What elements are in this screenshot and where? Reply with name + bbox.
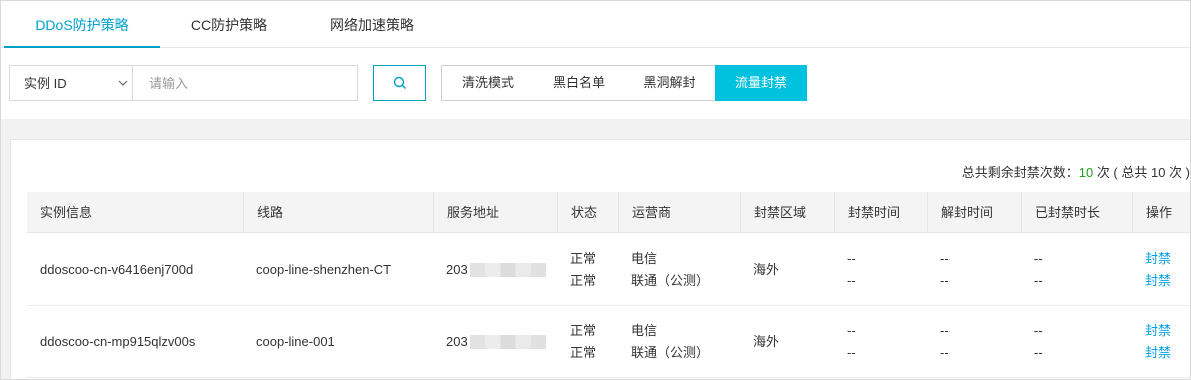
status-text: 正常	[570, 345, 597, 360]
unban-time-cell: -- --	[927, 306, 949, 378]
line-name: coop-line-001	[256, 334, 335, 349]
address-prefix: 203	[446, 262, 468, 277]
header-isp: 运营商	[618, 192, 740, 233]
header-line: 线路	[243, 192, 433, 233]
header-actions: 操作	[1132, 192, 1190, 233]
header-address: 服务地址	[433, 192, 557, 233]
header-ban-region: 封禁区域	[740, 192, 834, 233]
unban-time: --	[940, 273, 949, 288]
app-frame: DDoS防护策略 CC防护策略 网络加速策略 实例 ID 清洗模式 黑白名单 黑…	[0, 0, 1191, 380]
header-ban-duration: 已封禁时长	[1021, 192, 1132, 233]
header-instance: 实例信息	[40, 205, 93, 220]
isp-name: 联通（公测）	[631, 273, 710, 288]
isp-cell: 电信 联通（公测）	[618, 306, 709, 378]
status-text: 正常	[570, 251, 597, 266]
table-row: ddoscoo-cn-mp915qlzv00s coop-line-001 20…	[27, 306, 1190, 378]
policy-tabs: DDoS防护策略 CC防护策略 网络加速策略	[1, 1, 1190, 48]
unban-time: --	[940, 323, 949, 338]
unban-time-cell: -- --	[927, 234, 949, 306]
duration-cell: -- --	[1021, 234, 1043, 306]
actions-cell: 封禁 封禁	[1132, 234, 1171, 306]
ban-region: 海外	[753, 334, 780, 349]
isp-name: 电信	[631, 323, 658, 338]
header-ban-time: 封禁时间	[834, 192, 927, 233]
line-name: coop-line-shenzhen-CT	[256, 262, 392, 277]
status-cell: 正常 正常	[557, 234, 596, 306]
ban-link[interactable]: 封禁	[1145, 320, 1171, 342]
service-address: 203	[433, 306, 546, 378]
isp-cell: 电信 联通（公测）	[618, 234, 709, 306]
ban-duration: --	[1034, 345, 1043, 360]
tab-network-accel-policy[interactable]: 网络加速策略	[307, 1, 437, 47]
service-address: 203	[433, 234, 546, 306]
segment-scrub-mode[interactable]: 清洗模式	[441, 65, 535, 101]
isp-name: 联通（公测）	[631, 345, 710, 360]
header-status: 状态	[557, 192, 618, 233]
summary-label: 总共剩余封禁次数：	[961, 165, 1079, 180]
unban-time: --	[940, 251, 949, 266]
instance-id: ddoscoo-cn-mp915qlzv00s	[40, 334, 196, 349]
instance-id: ddoscoo-cn-v6416enj700d	[40, 262, 194, 277]
duration-cell: -- --	[1021, 306, 1043, 378]
header-unban-time: 解封时间	[927, 192, 1021, 233]
segment-traffic-ban[interactable]: 流量封禁	[715, 65, 807, 101]
table-row: ddoscoo-cn-v6416enj700d coop-line-shenzh…	[27, 234, 1190, 306]
address-prefix: 203	[446, 334, 468, 349]
masked-address	[469, 335, 546, 349]
ban-link[interactable]: 封禁	[1145, 342, 1171, 364]
segment-black-white-list[interactable]: 黑白名单	[534, 65, 625, 101]
status-text: 正常	[570, 273, 597, 288]
isp-name: 电信	[631, 251, 658, 266]
ban-duration: --	[1034, 323, 1043, 338]
segment-blackhole-unban[interactable]: 黑洞解封	[624, 65, 716, 101]
remaining-ban-summary: 总共剩余封禁次数：10 次 ( 总共 10 次 )	[962, 162, 1190, 181]
search-field-value: 实例 ID	[24, 76, 67, 91]
ban-region: 海外	[753, 262, 780, 277]
ban-duration: --	[1034, 273, 1043, 288]
summary-total: 次 ( 总共 10 次 )	[1093, 165, 1190, 180]
status-cell: 正常 正常	[557, 306, 596, 378]
search-button[interactable]	[373, 65, 426, 101]
ban-time: --	[847, 273, 856, 288]
unban-time: --	[940, 345, 949, 360]
ban-time: --	[847, 345, 856, 360]
status-text: 正常	[570, 323, 597, 338]
search-input[interactable]	[132, 65, 358, 101]
ban-link[interactable]: 封禁	[1145, 270, 1171, 292]
search-icon	[393, 76, 406, 89]
ban-duration: --	[1034, 251, 1043, 266]
tab-ddos-policy[interactable]: DDoS防护策略	[4, 1, 160, 48]
search-field-select[interactable]: 实例 ID	[9, 65, 133, 101]
ban-link[interactable]: 封禁	[1145, 248, 1171, 270]
chevron-down-icon	[118, 80, 128, 86]
ban-time-cell: -- --	[834, 234, 856, 306]
actions-cell: 封禁 封禁	[1132, 306, 1171, 378]
tab-cc-policy[interactable]: CC防护策略	[169, 1, 289, 47]
table-header: 实例信息 线路 服务地址 状态 运营商 封禁区域 封禁时间 解封时间 已封禁时长…	[27, 192, 1190, 233]
masked-address	[469, 263, 546, 277]
ban-time-cell: -- --	[834, 306, 856, 378]
ban-time: --	[847, 323, 856, 338]
ban-time: --	[847, 251, 856, 266]
remaining-count: 10	[1078, 165, 1094, 180]
